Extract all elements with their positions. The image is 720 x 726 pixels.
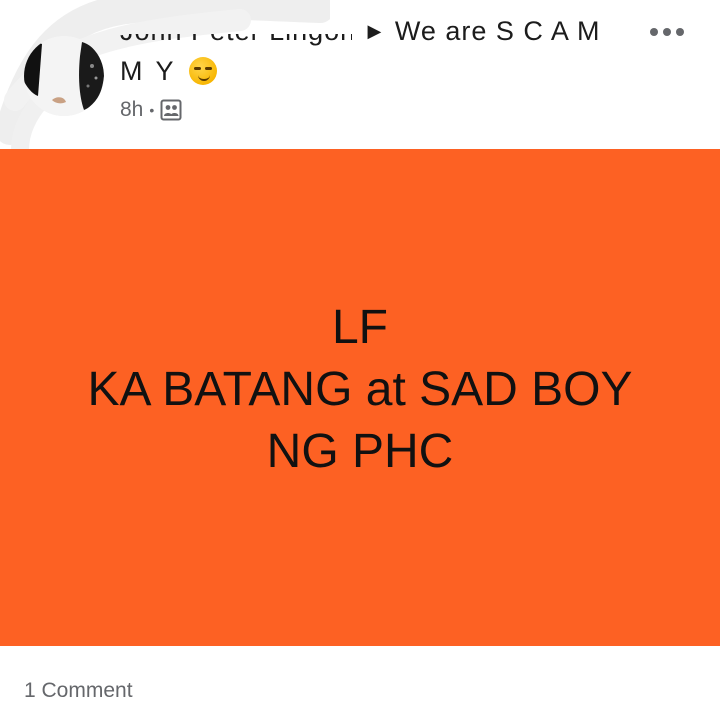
meta-separator: •	[149, 102, 155, 118]
post-text: LF KA BATANG at SAD BOY NG PHC	[87, 297, 632, 483]
group-icon	[160, 99, 182, 121]
post-background-text[interactable]: LF KA BATANG at SAD BOY NG PHC	[0, 149, 720, 646]
post-text-line-2: KA BATANG at SAD BOY	[87, 362, 633, 416]
post-footer: 1 Comment	[0, 646, 720, 726]
triangle-right-icon: ▶	[367, 21, 382, 41]
avatar-image	[24, 36, 104, 116]
group-name-part2[interactable]: M Y	[120, 56, 176, 86]
more-horizontal-icon	[650, 28, 684, 36]
author-name[interactable]: John Peter Lingon	[120, 34, 352, 47]
group-name[interactable]: We are S C A M	[395, 16, 601, 46]
group-name-continuation: M Y	[120, 56, 217, 87]
post-text-line-3: NG PHC	[266, 424, 454, 478]
more-options-button[interactable]	[645, 18, 689, 46]
smirking-face-emoji-icon	[188, 57, 217, 85]
post-text-line-1: LF	[331, 300, 388, 354]
facebook-post: John Peter Lingon ▶ We are S C A M M Y 8…	[0, 0, 720, 726]
post-header: John Peter Lingon ▶ We are S C A M M Y 8…	[0, 0, 720, 150]
post-title-line: John Peter Lingon ▶ We are S C A M	[120, 16, 640, 56]
comment-count-link[interactable]: 1 Comment	[24, 679, 133, 703]
author-avatar[interactable]	[24, 36, 104, 116]
post-meta: 8h •	[120, 98, 182, 122]
post-timestamp[interactable]: 8h	[120, 98, 143, 122]
